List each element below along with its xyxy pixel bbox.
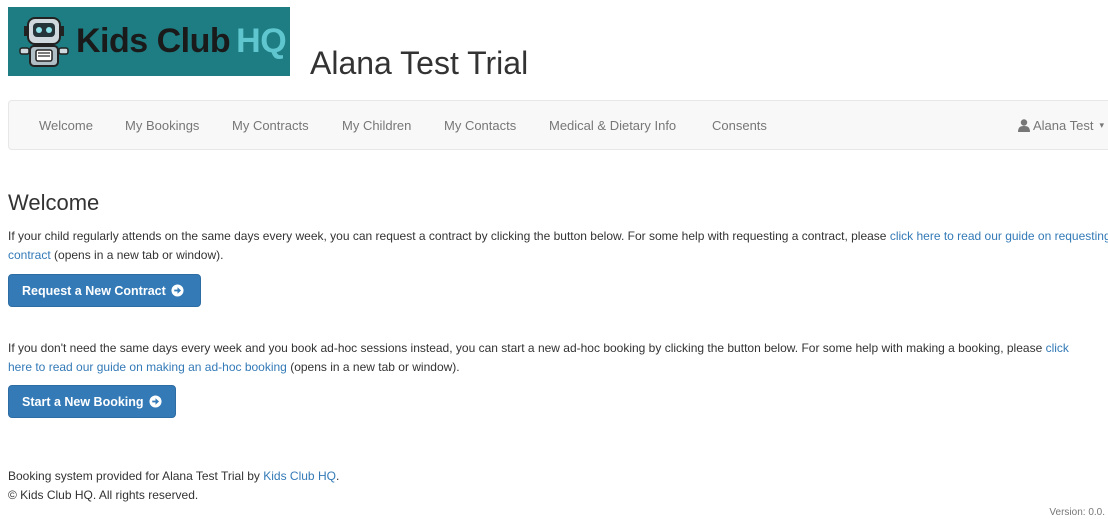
booking-paragraph-text: If you don't need the same days every we… [8,341,1046,355]
request-contract-label: Request a New Contract [22,283,166,298]
page-heading: Welcome [8,190,100,215]
nav-consents[interactable]: Consents [712,118,767,133]
robot-icon [19,16,69,67]
nav-my-bookings[interactable]: My Bookings [125,118,199,133]
circle-arrow-right-icon [149,395,162,408]
navbar: Welcome My Bookings My Contracts My Chil… [8,100,1108,150]
contract-paragraph-tail: (opens in a new tab or window). [50,248,224,262]
start-booking-button[interactable]: Start a New Booking [8,385,176,418]
circle-arrow-right-icon [171,284,184,297]
nav-my-contracts[interactable]: My Contracts [232,118,309,133]
logo[interactable]: Kids Club HQ [8,7,290,76]
request-contract-button[interactable]: Request a New Contract [8,274,201,307]
start-booking-label: Start a New Booking [22,394,144,409]
contract-paragraph: If your child regularly attends on the s… [8,227,1108,265]
footer-text: Booking system provided for Alana Test T… [8,469,264,483]
nav-welcome[interactable]: Welcome [39,118,93,133]
nav-my-children[interactable]: My Children [342,118,411,133]
caret-down-icon: ▾ [1099,120,1104,130]
version-label: Version: 0.0. [1049,507,1105,518]
nav-medical-dietary[interactable]: Medical & Dietary Info [549,118,676,133]
footer: Booking system provided for Alana Test T… [8,467,339,505]
nav-my-contacts[interactable]: My Contacts [444,118,516,133]
logo-text: Kids Club HQ [76,22,287,61]
user-icon [1018,119,1030,132]
logo-hq-text: HQ [236,22,287,60]
booking-paragraph: If you don't need the same days every we… [8,339,1093,377]
footer-kidsclub-link[interactable]: Kids Club HQ [263,469,336,483]
logo-kids-text: Kids Club [76,22,231,60]
footer-line-1: Booking system provided for Alana Test T… [8,467,339,486]
contract-paragraph-text: If your child regularly attends on the s… [8,229,890,243]
footer-period: . [335,469,340,483]
site-title: Alana Test Trial [310,45,529,81]
user-name: Alana Test [1033,118,1094,133]
booking-paragraph-tail: (opens in a new tab or window). [286,360,460,374]
user-menu[interactable]: Alana Test ▾ [1018,118,1104,133]
copyright: © Kids Club HQ. All rights reserved. [8,488,199,502]
